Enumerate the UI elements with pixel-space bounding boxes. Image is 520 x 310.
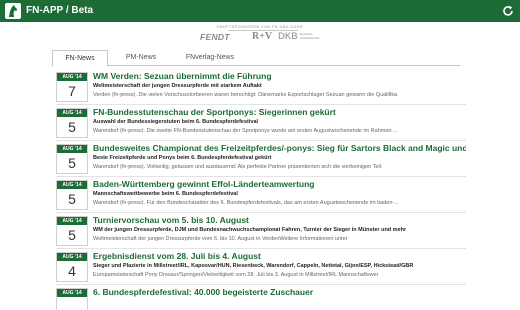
sponsor-logo-rv: R+V (252, 31, 273, 42)
news-title[interactable]: FN-Bundesstutenschau der Sportponys: Sie… (93, 107, 466, 117)
news-item[interactable]: AUG '14 5 FN-Bundesstutenschau der Sport… (56, 106, 466, 141)
news-item[interactable]: AUG '14 5 Baden-Württemberg gewinnt Effo… (56, 178, 466, 213)
date-day: 5 (68, 191, 76, 207)
date-day: 5 (68, 227, 76, 243)
news-item[interactable]: AUG '14 7 WM Verden: Sezuan übernimmt di… (56, 70, 466, 105)
tab-pm-news[interactable]: PM-News (112, 50, 170, 66)
news-title[interactable]: Ergebnisdienst vom 28. Juli bis 4. Augus… (93, 251, 466, 261)
date-badge: AUG '14 (56, 288, 88, 310)
news-divider (56, 212, 466, 213)
date-badge: AUG '14 7 (56, 72, 88, 102)
news-subtitle: Mannschaftswettbewerbe beim 6. Bundespfe… (93, 191, 238, 197)
news-title[interactable]: Bundesweites Championat des Freizeitpfer… (93, 143, 466, 153)
news-subtitle: WM der jungen Dressurpferde, DJM und Bun… (93, 227, 407, 233)
news-divider (56, 284, 466, 285)
news-subtitle: Weltmeisterschaft der jungen Dressurpfer… (93, 83, 262, 89)
app-title: FN-APP / Beta (26, 5, 94, 16)
refresh-icon[interactable] (501, 4, 515, 18)
date-day: 7 (68, 83, 76, 99)
sponsor-logo-fendt: FENDT (200, 32, 230, 42)
date-month: AUG '14 (57, 217, 87, 225)
date-day (57, 297, 87, 310)
tab-bar: FN-News PM-News FNverlag-News (52, 50, 460, 67)
date-badge: AUG '14 5 (56, 216, 88, 246)
date-month: AUG '14 (57, 253, 87, 261)
news-item[interactable]: AUG '14 5 Turniervorschau vom 5. bis 10.… (56, 214, 466, 249)
date-badge: AUG '14 5 (56, 108, 88, 138)
news-teaser: Europameisterschaft Pony Dressur/Springe… (93, 272, 379, 278)
news-teaser: Warendorf (fn-press). Die zweite FN-Bund… (93, 128, 398, 134)
news-item[interactable]: AUG '14 4 Ergebnisdienst vom 28. Juli bi… (56, 250, 466, 285)
news-title[interactable]: Baden-Württemberg gewinnt Effol-Länderte… (93, 179, 466, 189)
date-day: 5 (68, 119, 76, 135)
news-subtitle: Sieger und Plazierte in Millstreet/IRL, … (93, 263, 414, 269)
news-divider (56, 140, 466, 141)
news-item[interactable]: AUG '14 6. Bundespferdefestival: 40.000 … (56, 286, 466, 310)
news-title[interactable]: 6. Bundespferdefestival: 40.000 begeiste… (93, 287, 466, 297)
news-divider (56, 176, 466, 177)
date-badge: AUG '14 4 (56, 252, 88, 282)
news-subtitle: Auswahl der Bundessiegerstuten beim 6. B… (93, 119, 259, 125)
date-badge: AUG '14 5 (56, 144, 88, 174)
news-list: AUG '14 7 WM Verden: Sezuan übernimmt di… (56, 70, 466, 310)
tab-fn-news[interactable]: FN-News (52, 50, 108, 67)
app-bar: FN-APP / Beta (0, 0, 520, 22)
date-month: AUG '14 (57, 289, 87, 297)
news-subtitle: Beste Freizeitpferde und Ponys beim 6. B… (93, 155, 272, 161)
horse-head-icon[interactable] (5, 3, 21, 19)
news-title[interactable]: WM Verden: Sezuan übernimmt die Führung (93, 71, 466, 81)
news-teaser: Weltmeisterschaft der jungen Dressurpfer… (93, 236, 348, 242)
date-month: AUG '14 (57, 109, 87, 117)
news-teaser: Verden (fn-press). Die vielen Vorschussl… (93, 92, 398, 98)
date-day: 4 (68, 263, 76, 279)
news-item[interactable]: AUG '14 5 Bundesweites Championat des Fr… (56, 142, 466, 177)
date-month: AUG '14 (57, 73, 87, 81)
date-month: AUG '14 (57, 145, 87, 153)
news-divider (56, 104, 466, 105)
news-teaser: Warendorf (fn-press). Für den Bundeschar… (93, 200, 399, 206)
date-month: AUG '14 (57, 181, 87, 189)
news-title[interactable]: Turniervorschau vom 5. bis 10. August (93, 215, 466, 225)
date-badge: AUG '14 5 (56, 180, 88, 210)
tab-fnverlag-news[interactable]: FNverlag-News (170, 50, 250, 66)
date-day: 5 (68, 155, 76, 171)
news-teaser: Warendorf (fn-press). Vielseitig, gelass… (93, 164, 383, 170)
sponsor-logo-dkb: DKB (278, 31, 298, 42)
news-divider (56, 248, 466, 249)
sponsor-dkb-tagline: Deutsche Kreditbank AG (300, 32, 320, 40)
